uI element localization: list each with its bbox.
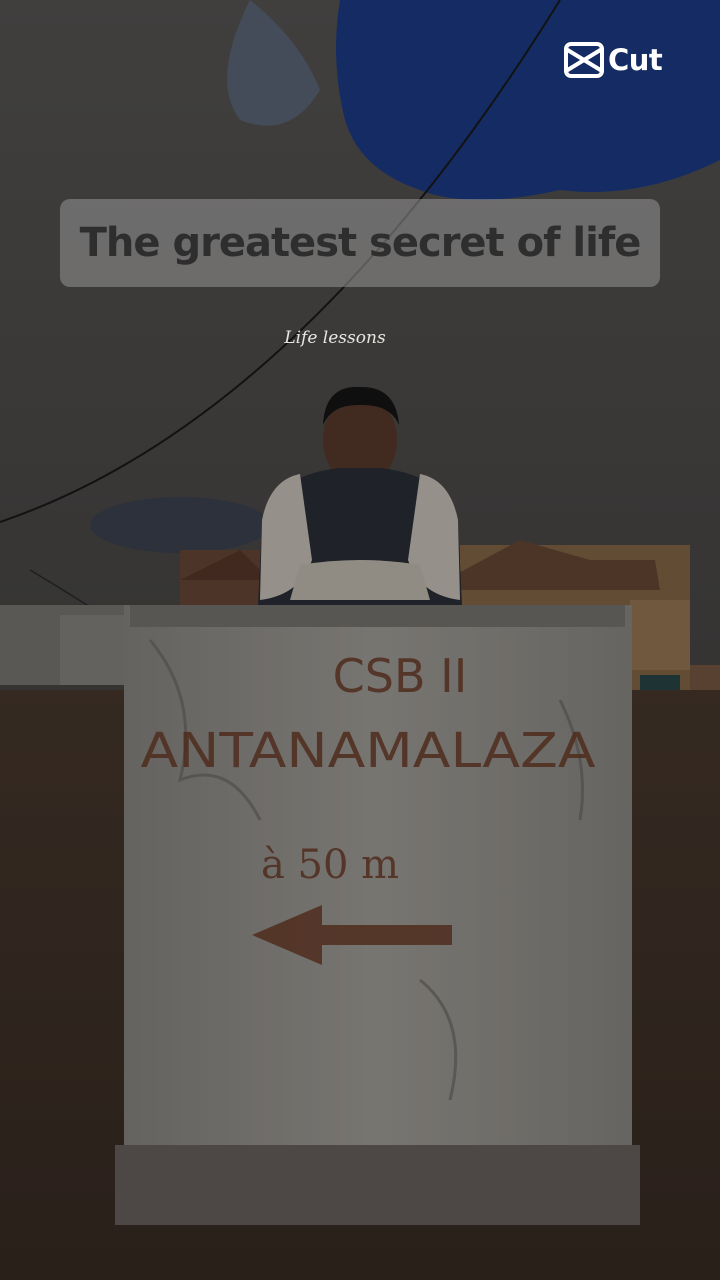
capcut-logo-text: Cut — [608, 43, 663, 77]
capcut-logo-icon — [564, 42, 604, 78]
video-subtitle: Life lessons — [284, 328, 386, 348]
dim-overlay — [0, 0, 720, 1280]
video-title: The greatest secret of life — [79, 220, 642, 266]
title-caption-box: The greatest secret of life — [60, 199, 660, 287]
capcut-logo: Cut — [564, 40, 680, 80]
